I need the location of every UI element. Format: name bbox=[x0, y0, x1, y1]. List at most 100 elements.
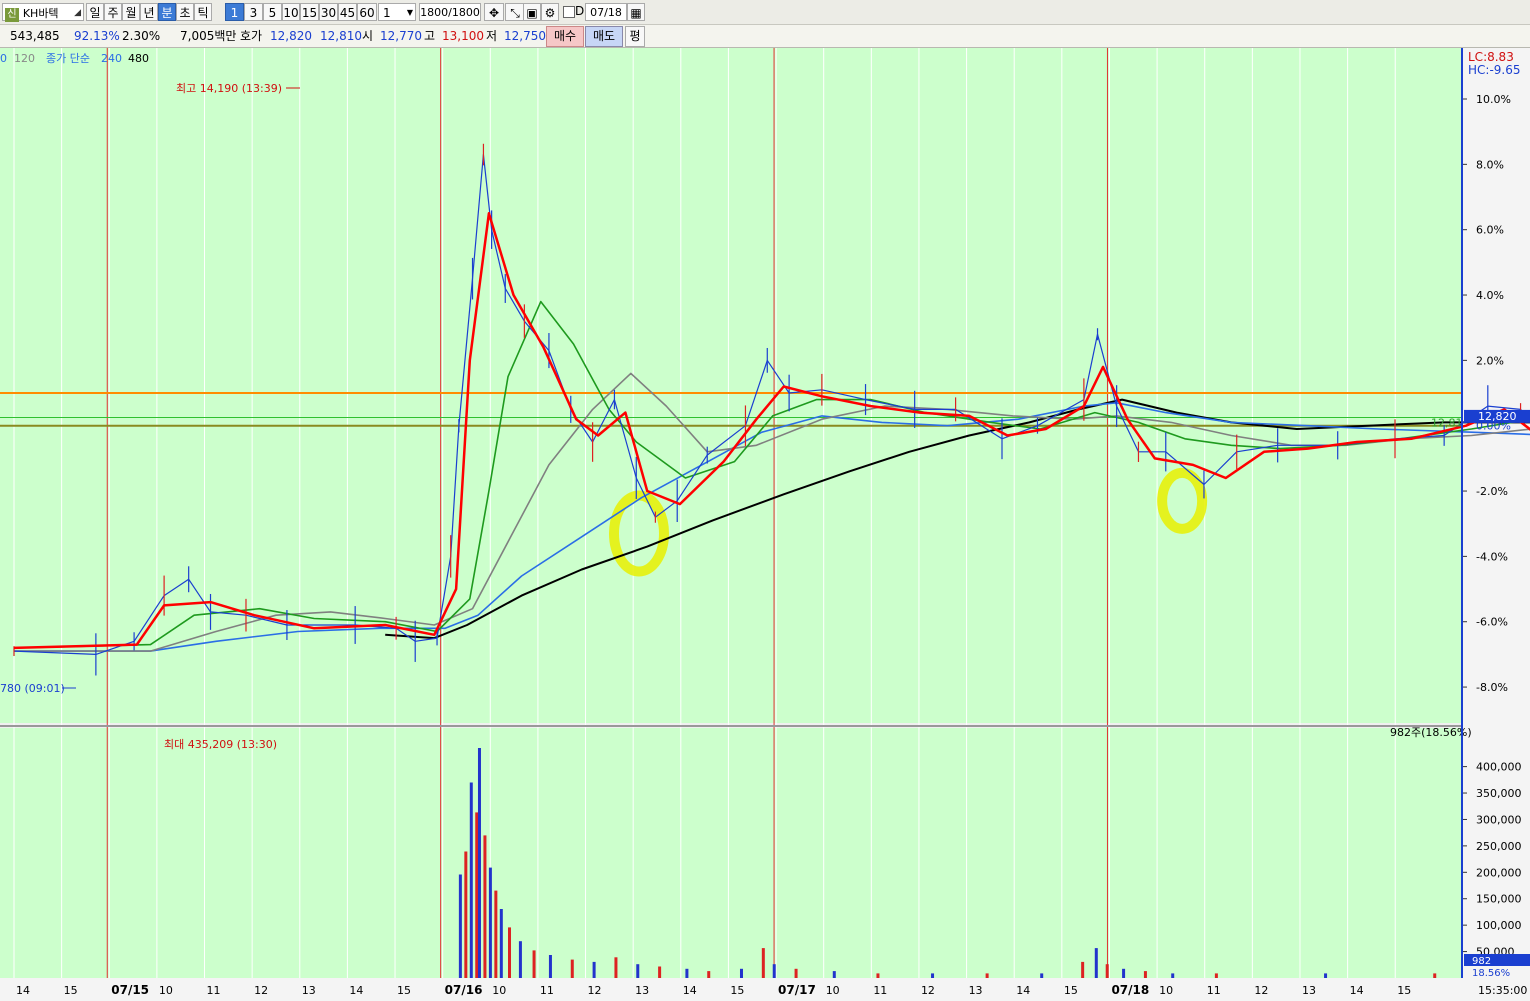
volume-bar bbox=[1040, 973, 1044, 978]
volume-bar bbox=[739, 968, 743, 978]
low-price: 12,750 bbox=[504, 29, 546, 43]
volume-bar bbox=[488, 867, 492, 978]
symbol-selector[interactable]: 신 KH바텍 ◢ bbox=[2, 3, 84, 22]
volume-tick-label: 300,000 bbox=[1476, 813, 1522, 826]
crosshair-icon[interactable]: ✥ bbox=[484, 3, 504, 21]
interval-button[interactable]: 5 bbox=[263, 3, 282, 21]
date-input[interactable]: 07/18 bbox=[585, 3, 627, 21]
x-tick-label: 11 bbox=[1207, 984, 1221, 997]
legend-ma-prefix: 0 bbox=[0, 52, 7, 65]
volume-bar bbox=[477, 748, 481, 978]
interval-button[interactable]: 60 bbox=[357, 3, 377, 21]
y-tick-label: 10.0% bbox=[1476, 93, 1511, 106]
multiplier-value: 1 bbox=[383, 6, 391, 20]
x-tick-label: 10 bbox=[159, 984, 173, 997]
chart-toolbar: 신 KH바텍 ◢ 일주월년분초틱 1 3 5 10 15 30 45 60 1 ▼ 1800/… bbox=[0, 0, 1530, 25]
x-tick-label: 13 bbox=[302, 984, 316, 997]
x-tick-label: 13 bbox=[1302, 984, 1316, 997]
x-tick-label: 15 bbox=[730, 984, 744, 997]
volume-bar bbox=[469, 782, 473, 978]
sell-button[interactable]: 매도 bbox=[585, 26, 623, 47]
y-tick-label: 6.0% bbox=[1476, 224, 1504, 237]
y-tick-label: 2.0% bbox=[1476, 354, 1504, 367]
volume-bar bbox=[1105, 964, 1109, 978]
x-tick-label: 11 bbox=[207, 984, 221, 997]
period-button[interactable]: 년 bbox=[140, 3, 158, 21]
volume-bar bbox=[507, 927, 511, 978]
x-tick-label: 15 bbox=[64, 984, 78, 997]
gear-icon[interactable]: ⚙ bbox=[541, 3, 559, 21]
y-axis-panel bbox=[1462, 48, 1530, 1001]
interval-button[interactable]: 10 bbox=[282, 3, 300, 21]
volume-bar bbox=[570, 959, 574, 978]
volume-bar bbox=[772, 964, 776, 978]
period-button[interactable]: 일 bbox=[86, 3, 104, 21]
x-tick-label: 12 bbox=[254, 984, 268, 997]
bid-price: 12,810 bbox=[320, 29, 362, 43]
volume-bar bbox=[1324, 973, 1328, 978]
average-button[interactable]: 평 bbox=[625, 26, 645, 47]
interval-button[interactable]: 15 bbox=[300, 3, 319, 21]
volume-header: 982주(18.56%) bbox=[1390, 726, 1472, 739]
last-pct: 0.00% bbox=[1476, 420, 1511, 433]
ask-price: 12,820 bbox=[270, 29, 312, 43]
x-tick-label: 14 bbox=[1016, 984, 1030, 997]
credit-badge: 신 bbox=[5, 8, 19, 22]
x-tick-label: 10 bbox=[1159, 984, 1173, 997]
volume-bar bbox=[1094, 948, 1098, 978]
quote-volume: 543,485 bbox=[10, 29, 60, 43]
period-button[interactable]: 틱 bbox=[194, 3, 212, 21]
x-tick-label: 07/15 bbox=[111, 983, 149, 997]
open-label: 시 bbox=[362, 29, 374, 43]
legend-ma120: 120 bbox=[14, 52, 35, 65]
period-button[interactable]: 월 bbox=[122, 3, 140, 21]
volume-bar bbox=[532, 950, 536, 978]
x-tick-label: 12 bbox=[588, 984, 602, 997]
interval-button[interactable]: 1 bbox=[225, 3, 244, 21]
interval-button[interactable]: 3 bbox=[244, 3, 263, 21]
volume-bar bbox=[1433, 973, 1437, 978]
interval-button[interactable]: 30 bbox=[319, 3, 338, 21]
count-input[interactable]: 1800/1800 bbox=[419, 3, 481, 21]
quote-change: 2.30% bbox=[122, 29, 161, 43]
x-tick-label: 07/18 bbox=[1111, 983, 1149, 997]
x-tick-label: 13 bbox=[969, 984, 983, 997]
buy-button[interactable]: 매수 bbox=[546, 26, 584, 47]
day-checkbox[interactable] bbox=[563, 6, 575, 18]
low-label: 저 bbox=[486, 29, 498, 43]
y-tick-label: -6.0% bbox=[1476, 616, 1508, 629]
volume-bar bbox=[475, 812, 479, 978]
volume-bar bbox=[483, 835, 487, 978]
time-label: 15:35:00 bbox=[1478, 984, 1527, 997]
x-axis-panel bbox=[0, 978, 1530, 1001]
period-button[interactable]: 초 bbox=[176, 3, 194, 21]
quote-ratio: 92.13% bbox=[74, 29, 120, 43]
volume-bar bbox=[707, 971, 711, 978]
volume-bar bbox=[548, 955, 552, 978]
volume-bar bbox=[1122, 968, 1126, 978]
volume-bar bbox=[931, 973, 935, 978]
period-button[interactable]: 분 bbox=[158, 3, 176, 21]
volume-last: 982 bbox=[1472, 956, 1491, 967]
save-icon[interactable]: ▣ bbox=[523, 3, 541, 21]
high-label: 고 bbox=[424, 29, 436, 43]
y-tick-label: -2.0% bbox=[1476, 485, 1508, 498]
volume-tick-label: 400,000 bbox=[1476, 761, 1522, 774]
x-tick-label: 14 bbox=[1350, 984, 1364, 997]
x-tick-label: 07/17 bbox=[778, 983, 816, 997]
price-chart[interactable]: 14 15 07/15 10 11 12 13 14 15 07/16 10 11 12 13 14 15 07… bbox=[0, 48, 1530, 1001]
ask-label: 호가 bbox=[240, 29, 263, 43]
volume-tick-label: 350,000 bbox=[1476, 787, 1522, 800]
volume-pct: 18.56% bbox=[1472, 968, 1510, 979]
hc-label: HC:-9.65 bbox=[1468, 63, 1521, 77]
volume-tick-label: 100,000 bbox=[1476, 919, 1522, 932]
symbol-name: KH바텍 bbox=[22, 7, 59, 20]
zoom-icon[interactable]: ⤡ bbox=[505, 3, 525, 21]
x-tick-label: 10 bbox=[826, 984, 840, 997]
calendar-icon[interactable]: ▦ bbox=[627, 3, 645, 21]
volume-bar bbox=[499, 909, 503, 978]
period-button[interactable]: 주 bbox=[104, 3, 122, 21]
interval-button[interactable]: 45 bbox=[338, 3, 357, 21]
multiplier-select[interactable]: 1 ▼ bbox=[378, 3, 416, 21]
low-annotation: 780 (09:01) bbox=[0, 682, 65, 695]
